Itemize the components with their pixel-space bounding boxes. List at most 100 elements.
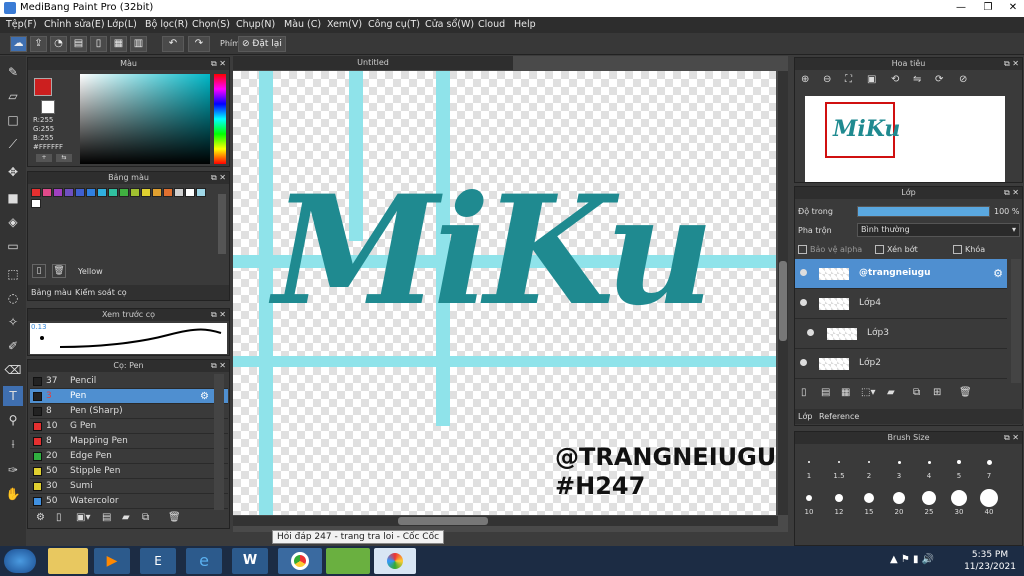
menu-window[interactable]: Cửa sổ(W): [425, 19, 474, 30]
panel-icon[interactable]: ▥: [130, 36, 147, 52]
menu-tools[interactable]: Công cụ(T): [368, 19, 420, 30]
palette-swatch[interactable]: [163, 188, 173, 197]
brush-item[interactable]: 8 Mapping Pen: [30, 434, 228, 449]
palette-swatch[interactable]: [86, 188, 96, 197]
brush-size-dot[interactable]: [957, 460, 961, 464]
vietkey-icon[interactable]: E: [140, 548, 176, 574]
word-icon[interactable]: W: [232, 548, 268, 574]
brush-size-dot[interactable]: [806, 495, 812, 501]
tab-layer[interactable]: Lớp: [798, 409, 812, 424]
operation-tool-icon[interactable]: ⚲: [3, 410, 23, 430]
menu-filter[interactable]: Bộ lọc(R): [145, 19, 188, 30]
layer-row[interactable]: @trangneiugu ⚙: [795, 259, 1007, 289]
opacity-slider[interactable]: [857, 206, 990, 217]
fit-window-icon[interactable]: ⛶: [845, 74, 852, 85]
rotate-right-icon[interactable]: ⟳: [935, 74, 943, 85]
swap-color-icon[interactable]: ⇆: [56, 154, 72, 162]
reset-view-icon[interactable]: ⊘: [959, 74, 967, 85]
palette-swatch[interactable]: [31, 199, 41, 208]
brush-size-dot[interactable]: [922, 491, 936, 505]
brush-item[interactable]: 3 Pen ⚙: [30, 389, 228, 404]
eraser-tool-icon[interactable]: ▱: [3, 86, 23, 106]
restore-button[interactable]: ❐: [977, 1, 999, 15]
comment-icon[interactable]: ▤: [70, 36, 87, 52]
drawing-canvas[interactable]: MiKu @TRANGNEIUGU #H247: [233, 71, 776, 515]
page-icon[interactable]: ▯: [90, 36, 107, 52]
brush-size-dot[interactable]: [868, 461, 870, 463]
brush-size-dot[interactable]: [864, 493, 874, 503]
menu-help[interactable]: Help: [514, 19, 536, 30]
redo-icon[interactable]: ↷: [188, 36, 210, 52]
menu-view[interactable]: Xem(V): [327, 19, 362, 30]
media-player-icon[interactable]: ▶: [94, 548, 130, 574]
brush-size-dot[interactable]: [808, 461, 810, 463]
cloud-sync-icon[interactable]: ☁: [10, 36, 27, 52]
horizontal-scroll-thumb[interactable]: [398, 517, 488, 525]
palette-swatch[interactable]: [75, 188, 85, 197]
menu-edit[interactable]: Chỉnh sửa(E): [44, 19, 105, 30]
palette-swatch[interactable]: [196, 188, 206, 197]
brush-item[interactable]: 20 Edge Pen: [30, 449, 228, 464]
new-8bit-layer-icon[interactable]: ▦: [841, 387, 850, 398]
palette-swatch[interactable]: [141, 188, 151, 197]
file-explorer-icon[interactable]: [48, 548, 88, 574]
brush-size-dot[interactable]: [951, 490, 967, 506]
move-tool-icon[interactable]: ✥: [3, 162, 23, 182]
start-button[interactable]: [4, 549, 36, 573]
tray-icons[interactable]: ▲ ⚑ ▮ 🔊: [890, 554, 934, 565]
blur-tool-icon[interactable]: ⟊: [3, 434, 23, 454]
brush-size-dot[interactable]: [893, 492, 905, 504]
panel-controls-icon[interactable]: ⧉ ✕: [211, 360, 226, 372]
palette-swatch[interactable]: [31, 188, 41, 197]
duplicate-brush-icon[interactable]: ⧉: [142, 512, 149, 523]
layer-row[interactable]: Lớp2: [795, 349, 1007, 379]
internet-explorer-icon[interactable]: e: [186, 548, 222, 574]
eye-icon[interactable]: [800, 269, 807, 276]
hand-tool-icon[interactable]: ✋: [3, 484, 23, 504]
menu-layer[interactable]: Lớp(L): [107, 19, 137, 30]
clock[interactable]: 5:35 PM 11/23/2021: [960, 549, 1020, 573]
menu-color[interactable]: Màu (C): [284, 19, 321, 30]
speech-bubble-icon[interactable]: ◔: [50, 36, 67, 52]
eye-icon[interactable]: [800, 359, 807, 366]
merge-layer-icon[interactable]: ⊞: [933, 387, 941, 398]
coccoc-browser-icon[interactable]: [326, 548, 370, 574]
eye-icon[interactable]: [800, 299, 807, 306]
brush-size-dot[interactable]: [897, 460, 901, 464]
navigator-thumbnail[interactable]: MiKu: [805, 96, 1005, 182]
palette-swatch[interactable]: [174, 188, 184, 197]
vertical-scroll-thumb[interactable]: [779, 261, 787, 341]
palette-swatch[interactable]: [53, 188, 63, 197]
layer-folder-icon[interactable]: ▰: [887, 387, 895, 398]
blend-mode-select[interactable]: Bình thường ▾: [857, 223, 1020, 237]
menu-select[interactable]: Chọn(S): [192, 19, 230, 30]
brush-size-dot[interactable]: [838, 461, 840, 463]
panel-controls-icon[interactable]: ⧉ ✕: [1004, 187, 1019, 199]
delete-layer-icon[interactable]: 🗑: [959, 387, 972, 398]
gradient-tool-icon[interactable]: ▭: [3, 236, 23, 256]
gear-icon[interactable]: ⚙: [200, 389, 209, 404]
horizontal-scrollbar[interactable]: [233, 516, 778, 526]
brush-item[interactable]: 30 Sumi: [30, 479, 228, 494]
layer-scrollbar[interactable]: [1011, 259, 1021, 383]
select-eraser-icon[interactable]: ⌫: [3, 360, 23, 380]
medibang-taskbar-icon[interactable]: [374, 548, 416, 574]
rotate-left-icon[interactable]: ⟲: [891, 74, 899, 85]
menu-cloud[interactable]: Cloud: [478, 19, 505, 30]
tab-palette[interactable]: Bảng màu: [31, 285, 72, 300]
menu-snap[interactable]: Chụp(N): [236, 19, 275, 30]
zoom-in-icon[interactable]: ⊕: [801, 74, 809, 85]
flip-icon[interactable]: ⇋: [913, 74, 921, 85]
palette-swatch[interactable]: [97, 188, 107, 197]
brush-size-dot[interactable]: [986, 459, 992, 465]
layer-row[interactable]: Lớp3: [795, 319, 1007, 349]
panel-controls-icon[interactable]: ⧉ ✕: [211, 58, 226, 70]
palette-swatch[interactable]: [42, 188, 52, 197]
panel-controls-icon[interactable]: ⧉ ✕: [211, 172, 226, 184]
clipping-checkbox[interactable]: Xén bớt: [875, 245, 918, 254]
delete-brush-icon[interactable]: 🗑: [168, 512, 181, 523]
delete-palette-icon[interactable]: 🗑: [52, 264, 66, 278]
select-tool-icon[interactable]: ⬚: [3, 264, 23, 284]
primary-color-swatch[interactable]: [34, 78, 52, 96]
panel-controls-icon[interactable]: ⧉ ✕: [1004, 58, 1019, 70]
